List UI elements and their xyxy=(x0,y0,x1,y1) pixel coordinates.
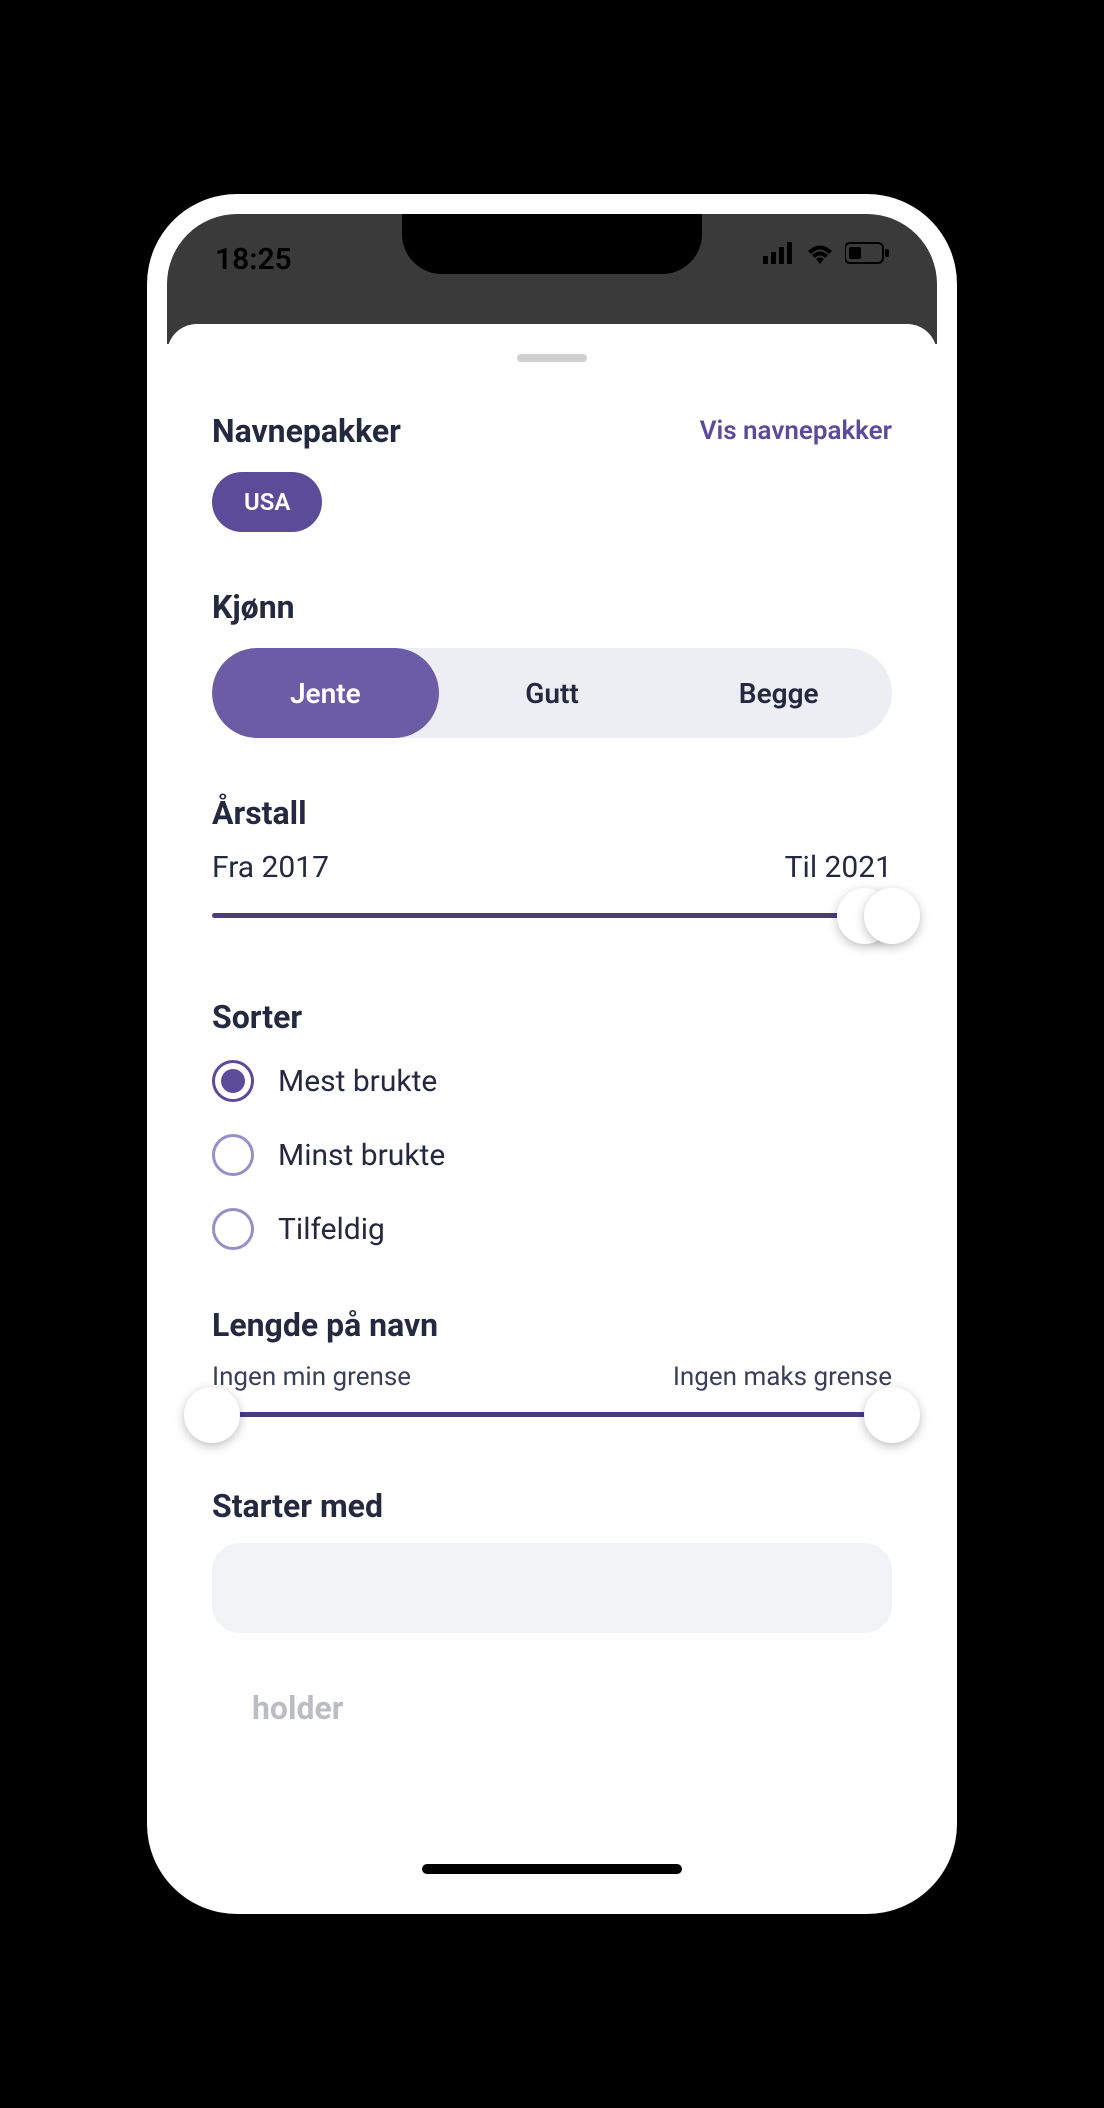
wifi-icon xyxy=(805,242,835,268)
radio-icon xyxy=(212,1134,254,1176)
status-icons xyxy=(763,242,889,268)
sort-radio-group: Mest brukte Minst brukte Tilfeldig xyxy=(212,1060,892,1250)
name-packages-header: Navnepakker Vis navnepakker xyxy=(212,412,892,450)
filter-sheet: Navnepakker Vis navnepakker USA Kjønn Je… xyxy=(167,324,937,1894)
show-packages-link[interactable]: Vis navnepakker xyxy=(700,416,892,446)
sort-option-random[interactable]: Tilfeldig xyxy=(212,1208,892,1250)
radio-icon xyxy=(212,1208,254,1250)
name-packages-section: Navnepakker Vis navnepakker USA xyxy=(212,412,892,532)
sort-title: Sorter xyxy=(212,998,892,1036)
starts-with-section: Starter med xyxy=(212,1487,892,1633)
sheet-grabber[interactable] xyxy=(517,354,587,362)
gender-option-begge[interactable]: Begge xyxy=(665,648,892,738)
length-max-label: Ingen maks grense xyxy=(673,1362,892,1392)
name-packages-title: Navnepakker xyxy=(212,412,401,450)
sort-section: Sorter Mest brukte Minst brukte Tilfeldi… xyxy=(212,998,892,1250)
length-slider[interactable] xyxy=(212,1412,892,1417)
year-range-labels: Fra 2017 Til 2021 xyxy=(212,850,892,885)
sort-label-most-used: Mest brukte xyxy=(278,1064,437,1099)
phone-frame: 18:25 Navnepakker Vis navnepakker xyxy=(147,194,957,1914)
sort-option-most-used[interactable]: Mest brukte xyxy=(212,1060,892,1102)
signal-icon xyxy=(763,242,795,268)
length-slider-handle-max[interactable] xyxy=(864,1387,920,1443)
starts-with-title: Starter med xyxy=(212,1487,892,1525)
sort-label-least-used: Minst brukte xyxy=(278,1138,445,1173)
year-title: Årstall xyxy=(212,794,892,832)
name-length-section: Lengde på navn Ingen min grense Ingen ma… xyxy=(212,1306,892,1417)
name-length-title: Lengde på navn xyxy=(212,1306,892,1344)
gender-section: Kjønn Jente Gutt Begge xyxy=(212,588,892,738)
gender-option-jente[interactable]: Jente xyxy=(212,648,439,738)
starts-with-input[interactable] xyxy=(212,1543,892,1633)
gender-title: Kjønn xyxy=(212,588,892,626)
gender-segmented: Jente Gutt Begge xyxy=(212,648,892,738)
year-section: Årstall Fra 2017 Til 2021 xyxy=(212,794,892,918)
notch xyxy=(402,214,702,274)
sort-option-least-used[interactable]: Minst brukte xyxy=(212,1134,892,1176)
year-to-label: Til 2021 xyxy=(785,850,892,885)
partial-section-title: holder xyxy=(212,1689,892,1727)
phone-screen: 18:25 Navnepakker Vis navnepakker xyxy=(167,214,937,1894)
home-indicator[interactable] xyxy=(422,1864,682,1874)
sort-label-random: Tilfeldig xyxy=(278,1212,385,1247)
length-slider-handle-min[interactable] xyxy=(184,1387,240,1443)
year-slider[interactable] xyxy=(212,913,892,918)
package-chip-usa[interactable]: USA xyxy=(212,472,322,532)
year-from-label: Fra 2017 xyxy=(212,850,329,885)
status-time: 18:25 xyxy=(215,242,292,277)
radio-icon xyxy=(212,1060,254,1102)
length-min-label: Ingen min grense xyxy=(212,1362,411,1392)
battery-icon xyxy=(845,242,889,268)
length-range-labels: Ingen min grense Ingen maks grense xyxy=(212,1362,892,1392)
year-slider-handle-to[interactable] xyxy=(864,888,920,944)
gender-option-gutt[interactable]: Gutt xyxy=(439,648,666,738)
